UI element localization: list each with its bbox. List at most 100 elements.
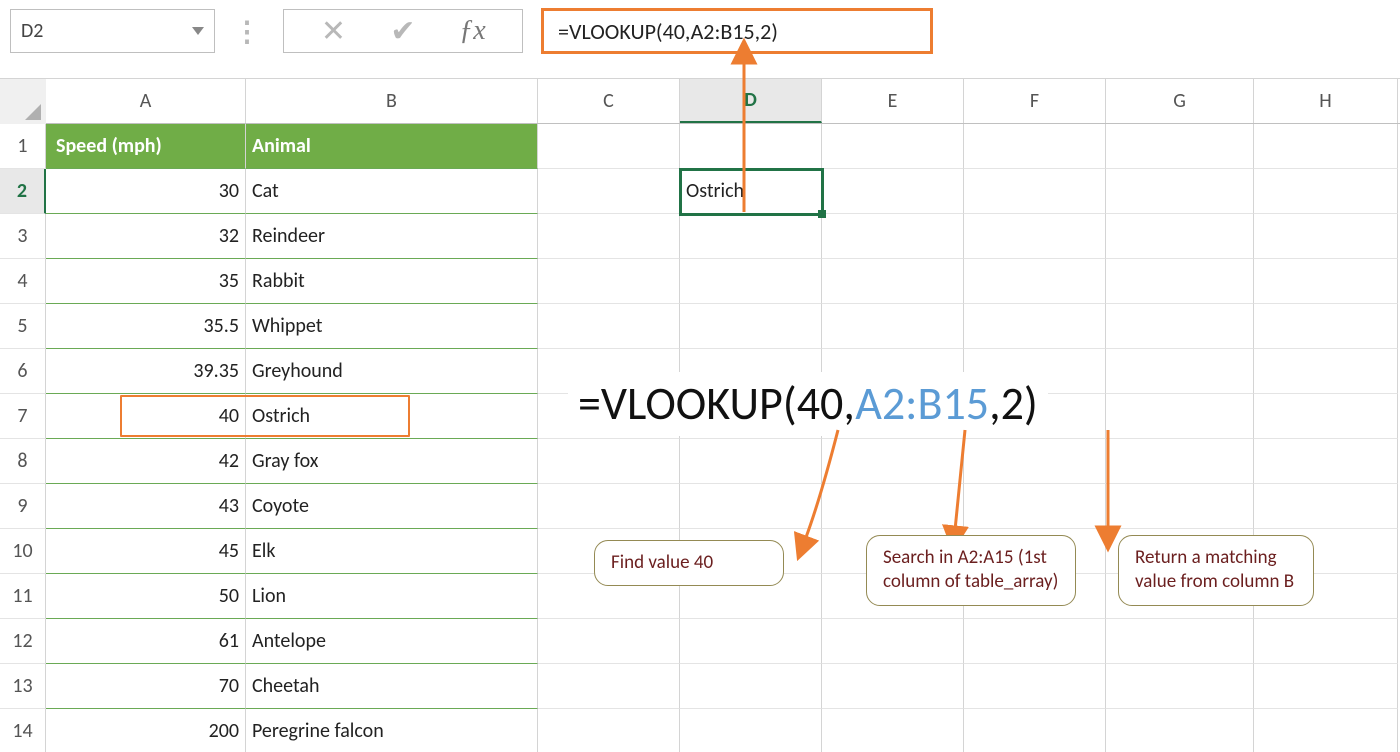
row-header[interactable]: 11 xyxy=(0,574,46,619)
cell[interactable] xyxy=(680,259,822,304)
cell[interactable]: Antelope xyxy=(246,619,538,664)
cell[interactable] xyxy=(538,124,680,169)
cell-A1[interactable]: Speed (mph) xyxy=(46,124,246,169)
cell[interactable] xyxy=(538,259,680,304)
cell-A2[interactable]: 30 xyxy=(46,169,246,214)
cell[interactable] xyxy=(538,619,680,664)
row-header[interactable]: 7 xyxy=(0,394,46,439)
cell[interactable]: Gray fox xyxy=(246,439,538,484)
cell[interactable] xyxy=(964,709,1106,752)
cell[interactable] xyxy=(680,619,822,664)
cell[interactable] xyxy=(964,619,1106,664)
cell[interactable] xyxy=(1106,304,1254,349)
cell[interactable]: 43 xyxy=(46,484,246,529)
cell[interactable]: Whippet xyxy=(246,304,538,349)
cell[interactable] xyxy=(1254,484,1398,529)
cell[interactable] xyxy=(680,439,822,484)
cell[interactable] xyxy=(1254,259,1398,304)
cell[interactable] xyxy=(964,169,1106,214)
formula-input[interactable]: =VLOOKUP(40,A2:B15,2) xyxy=(541,8,933,54)
cell[interactable] xyxy=(822,439,964,484)
row-header[interactable]: 2 xyxy=(0,169,46,214)
cell[interactable]: 45 xyxy=(46,529,246,574)
cell[interactable] xyxy=(964,304,1106,349)
cell[interactable] xyxy=(822,214,964,259)
col-header-A[interactable]: A xyxy=(46,79,246,123)
cell[interactable] xyxy=(1254,664,1398,709)
cell[interactable] xyxy=(538,304,680,349)
cell[interactable] xyxy=(680,709,822,752)
cell[interactable] xyxy=(1106,439,1254,484)
col-header-B[interactable]: B xyxy=(246,79,538,123)
cell-B2[interactable]: Cat xyxy=(246,169,538,214)
cell[interactable] xyxy=(1254,124,1398,169)
cell[interactable] xyxy=(822,259,964,304)
cell[interactable]: 50 xyxy=(46,574,246,619)
cell[interactable] xyxy=(1106,349,1254,394)
cell[interactable] xyxy=(538,214,680,259)
cell[interactable] xyxy=(822,709,964,752)
enter-icon[interactable]: ✔ xyxy=(383,13,423,50)
cell[interactable] xyxy=(1106,664,1254,709)
cell[interactable]: 70 xyxy=(46,664,246,709)
cancel-icon[interactable]: ✕ xyxy=(314,13,354,50)
cell[interactable] xyxy=(964,664,1106,709)
cell[interactable] xyxy=(1254,349,1398,394)
cell[interactable] xyxy=(1254,169,1398,214)
fx-icon[interactable]: ƒx xyxy=(453,15,493,47)
row-header[interactable]: 4 xyxy=(0,259,46,304)
col-header-D[interactable]: D xyxy=(680,79,822,123)
cell[interactable]: 32 xyxy=(46,214,246,259)
cell[interactable]: Reindeer xyxy=(246,214,538,259)
cell[interactable] xyxy=(964,259,1106,304)
cell[interactable]: Peregrine falcon xyxy=(246,709,538,752)
chevron-down-icon[interactable] xyxy=(192,27,204,35)
col-header-E[interactable]: E xyxy=(822,79,964,123)
cell[interactable] xyxy=(964,214,1106,259)
cell[interactable] xyxy=(538,439,680,484)
cell[interactable]: Greyhound xyxy=(246,349,538,394)
cell[interactable] xyxy=(680,304,822,349)
cell[interactable] xyxy=(1254,709,1398,752)
cell[interactable]: 35 xyxy=(46,259,246,304)
cell[interactable] xyxy=(964,484,1106,529)
cell[interactable]: Cheetah xyxy=(246,664,538,709)
cell-D2[interactable]: Ostrich xyxy=(680,169,822,214)
cell[interactable] xyxy=(538,664,680,709)
row-header[interactable]: 9 xyxy=(0,484,46,529)
cell[interactable] xyxy=(1106,709,1254,752)
row-header[interactable]: 13 xyxy=(0,664,46,709)
row-header[interactable]: 1 xyxy=(0,124,46,169)
cell[interactable] xyxy=(1106,259,1254,304)
cell[interactable] xyxy=(822,484,964,529)
row-header[interactable]: 5 xyxy=(0,304,46,349)
spreadsheet-grid[interactable]: 1 Speed (mph) Animal 2 30 Cat Ostrich 3 … xyxy=(0,124,1400,752)
cell[interactable]: Rabbit xyxy=(246,259,538,304)
cell-B1[interactable]: Animal xyxy=(246,124,538,169)
col-header-G[interactable]: G xyxy=(1106,79,1254,123)
row-header[interactable]: 6 xyxy=(0,349,46,394)
cell[interactable] xyxy=(822,304,964,349)
cell[interactable]: 200 xyxy=(46,709,246,752)
cell[interactable] xyxy=(1254,394,1398,439)
cell[interactable] xyxy=(1106,169,1254,214)
cell[interactable] xyxy=(680,664,822,709)
cell[interactable]: Elk xyxy=(246,529,538,574)
col-header-H[interactable]: H xyxy=(1254,79,1398,123)
cell[interactable] xyxy=(1254,304,1398,349)
row-header[interactable]: 14 xyxy=(0,709,46,752)
row-header[interactable]: 12 xyxy=(0,619,46,664)
cell[interactable] xyxy=(680,124,822,169)
cell[interactable] xyxy=(1106,619,1254,664)
select-all-corner[interactable] xyxy=(0,79,46,125)
cell[interactable] xyxy=(538,169,680,214)
cell[interactable]: Lion xyxy=(246,574,538,619)
cell[interactable] xyxy=(964,124,1106,169)
cell[interactable] xyxy=(1106,484,1254,529)
row-header[interactable]: 3 xyxy=(0,214,46,259)
cell[interactable] xyxy=(964,439,1106,484)
col-header-F[interactable]: F xyxy=(964,79,1106,123)
cell[interactable] xyxy=(822,619,964,664)
cell[interactable] xyxy=(1106,214,1254,259)
cell-A7[interactable]: 40 xyxy=(46,394,246,439)
